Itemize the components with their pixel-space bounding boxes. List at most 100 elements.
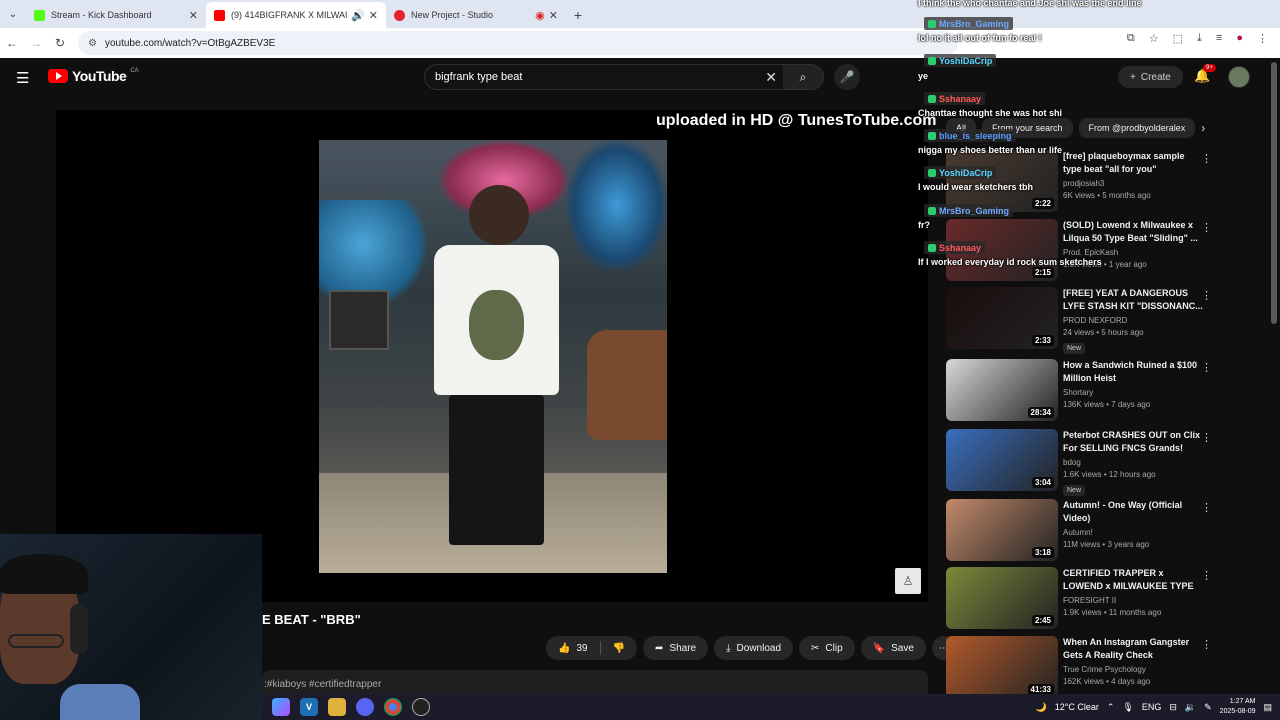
youtube-play-icon [48, 69, 68, 83]
video-thumbnail[interactable]: 3:18 [946, 499, 1058, 561]
recommendation-item[interactable]: 28:34 How a Sandwich Ruined a $100 Millio… [946, 359, 1266, 423]
tray-chevron-up-icon[interactable]: ⌃ [1107, 702, 1115, 713]
copilot-icon[interactable] [272, 698, 290, 716]
save-button[interactable]: 🔖 Save [860, 636, 926, 660]
tab-new-project-studio[interactable]: New Project - Studio ◉ ✕ [386, 2, 566, 28]
network-icon[interactable]: ⊟ [1169, 702, 1177, 713]
more-options-icon[interactable]: ⋮ [1201, 221, 1212, 234]
channel-watermark-icon[interactable]: ♙ [895, 568, 921, 594]
recommendation-channel[interactable]: PROD NEXFORD [1063, 316, 1203, 325]
chrome-icon[interactable] [384, 698, 402, 716]
scrollbar[interactable] [1271, 62, 1277, 324]
chat-username-tag[interactable]: MrsBro_Gaming [924, 17, 1014, 30]
recommendation-title[interactable]: CERTIFIED TRAPPER x LOWEND x MILWAUKEE T… [1063, 567, 1203, 593]
more-options-icon[interactable]: ⋮ [1201, 152, 1212, 165]
download-button[interactable]: ⤓ Download [714, 636, 794, 660]
close-tab-icon[interactable]: ✕ [189, 9, 198, 22]
speaker-icon[interactable]: 🔊 [351, 9, 365, 22]
recommendation-title[interactable]: When An Instagram Gangster Gets A Realit… [1063, 636, 1203, 662]
forward-arrow-icon[interactable]: → [24, 36, 48, 50]
recommendation-title[interactable]: [FREE] YEAT A DANGEROUS LYFE STASH KIT "… [1063, 287, 1203, 313]
chat-username: blue_is_sleeping [939, 130, 1012, 141]
discord-icon[interactable] [356, 698, 374, 716]
video-thumbnail[interactable]: 3:04 [946, 429, 1058, 491]
video-thumbnail[interactable]: 28:34 [946, 359, 1058, 421]
account-avatar[interactable] [1228, 66, 1250, 88]
like-thumb-icon[interactable]: 👍 [558, 643, 570, 654]
chat-username-tag[interactable]: blue_is_sleeping [924, 129, 1016, 142]
more-options-icon[interactable]: ⋮ [1201, 289, 1212, 302]
chat-username-tag[interactable]: MrsBro_Gaming [924, 204, 1014, 217]
video-thumbnail[interactable]: 2:45 [946, 567, 1058, 629]
volume-icon[interactable]: 🔉 [1185, 702, 1196, 713]
recommendation-item[interactable]: 3:04 Peterbot CRASHES OUT on Clix For SEL… [946, 429, 1266, 496]
vscode-icon[interactable]: V [300, 698, 318, 716]
menu-hamburger-icon[interactable]: ☰ [16, 69, 29, 87]
reading-list-icon[interactable]: ≡ [1216, 32, 1222, 45]
youtube-logo[interactable]: YouTube CA [48, 68, 139, 84]
language-text[interactable]: ENG [1142, 702, 1162, 712]
profile-icon[interactable]: ● [1236, 32, 1243, 45]
recommendation-title[interactable]: Peterbot CRASHES OUT on Clix For SELLING… [1063, 429, 1203, 455]
search-input[interactable]: bigfrank type beat ✕ ⌕ [424, 64, 824, 90]
close-tab-icon[interactable]: ✕ [369, 9, 378, 22]
recommendation-item[interactable]: 2:45 CERTIFIED TRAPPER x LOWEND x MILWAUK… [946, 567, 1266, 631]
new-tab-button[interactable]: + [566, 2, 590, 28]
weather-text[interactable]: 12°C Clear [1055, 702, 1099, 712]
chat-username-tag[interactable]: Sshanaay [924, 241, 986, 254]
more-options-icon[interactable]: ⋮ [1201, 638, 1212, 651]
chat-username-tag[interactable]: YoshiDaCrip [924, 166, 997, 179]
clip-button[interactable]: ✂ Clip [799, 636, 855, 660]
recommendation-channel[interactable]: bdog [1063, 458, 1203, 467]
chat-username: YoshiDaCrip [939, 55, 993, 66]
file-explorer-icon[interactable] [328, 698, 346, 716]
recommendation-title[interactable]: How a Sandwich Ruined a $100 Million Hei… [1063, 359, 1203, 385]
url-field[interactable]: ⚙ youtube.com/watch?v=OtBgAZBEV3E [78, 31, 958, 55]
back-arrow-icon[interactable]: ← [0, 36, 24, 50]
close-tab-icon[interactable]: ✕ [549, 9, 558, 22]
reload-icon[interactable]: ↻ [48, 36, 72, 50]
chat-badge-icon [928, 19, 936, 28]
download-label: Download [736, 642, 782, 654]
tab-list-chevron-icon[interactable]: ⌄ [0, 0, 26, 28]
tab-kick-dashboard[interactable]: Stream - Kick Dashboard ✕ [26, 2, 206, 28]
recommendation-channel[interactable]: True Crime Psychology [1063, 665, 1203, 674]
video-description[interactable]: :#kiaboys #certifiedtrapper [262, 670, 928, 694]
dislike-thumb-icon[interactable]: 👎 [613, 643, 625, 654]
kick-icon [34, 9, 45, 21]
notifications-icon[interactable]: ▤ [1263, 702, 1272, 713]
chat-username-tag[interactable]: Sshanaay [924, 92, 986, 105]
video-player[interactable]: uploaded in HD @ TunesToTube.com ♙ [56, 110, 936, 602]
recommendation-channel[interactable]: Shortary [1063, 388, 1203, 397]
video-thumbnail[interactable]: 41:33 [946, 636, 1058, 698]
voice-search-mic-icon[interactable]: 🎤 [834, 64, 860, 90]
tab-youtube-video[interactable]: (9) 414BIGFRANK X MILWAUKEE 🔊 ✕ [206, 2, 386, 28]
recommendation-item[interactable]: 2:33 [FREE] YEAT A DANGEROUS LYFE STASH K… [946, 287, 1266, 354]
chat-username-tag[interactable]: YoshiDaCrip [924, 54, 997, 67]
like-dislike-group: 👍 39 👎 [546, 636, 638, 660]
recommendation-channel[interactable]: Autumn! [1063, 528, 1203, 537]
like-count[interactable]: 39 [576, 643, 587, 654]
share-button[interactable]: ➦ Share [643, 636, 709, 660]
browser-menu-icon[interactable]: ⋮ [1257, 32, 1268, 45]
notifications-bell-icon[interactable]: 🔔 9+ [1194, 64, 1216, 84]
more-options-icon[interactable]: ⋮ [1201, 501, 1212, 514]
downloads-icon[interactable]: ⤓ [1197, 32, 1202, 45]
chevron-right-icon[interactable]: › [1201, 118, 1205, 138]
recommendation-item[interactable]: 41:33 When An Instagram Gangster Gets A R… [946, 636, 1266, 700]
clear-search-icon[interactable]: ✕ [765, 69, 777, 86]
clock[interactable]: 1:27 AM 2025-08-09 [1220, 697, 1256, 717]
more-options-icon[interactable]: ⋮ [1201, 431, 1212, 444]
recommendation-channel[interactable]: FORESIGHT II [1063, 596, 1203, 605]
video-thumbnail[interactable]: 2:33 [946, 287, 1058, 349]
tab-title: Stream - Kick Dashboard [51, 10, 152, 20]
obs-icon[interactable] [412, 698, 430, 716]
more-options-icon[interactable]: ⋮ [1201, 361, 1212, 374]
microphone-icon[interactable]: 🎙 [1122, 702, 1133, 713]
more-options-icon[interactable]: ⋮ [1201, 569, 1212, 582]
recommendation-item[interactable]: 3:18 Autumn! - One Way (Official Video) Au… [946, 499, 1266, 563]
site-info-icon[interactable]: ⚙ [88, 38, 97, 49]
recommendation-title[interactable]: Autumn! - One Way (Official Video) [1063, 499, 1203, 525]
pen-icon[interactable]: ✎ [1204, 702, 1212, 713]
search-button[interactable]: ⌕ [783, 65, 823, 89]
